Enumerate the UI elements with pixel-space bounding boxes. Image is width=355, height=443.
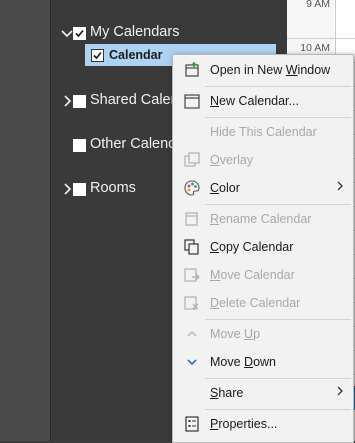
menu-label: Properties... — [210, 417, 278, 431]
grid-line — [287, 38, 355, 39]
folder-label-other-calendars: Other Calenc — [90, 136, 176, 152]
menu-label: New Calendar... — [210, 94, 299, 108]
delete-icon — [183, 294, 201, 312]
my-calendars-checkbox[interactable] — [73, 27, 86, 40]
menu-item-new-calendar[interactable]: New Calendar... — [173, 87, 353, 115]
folder-group-my-calendars[interactable]: My Calendars — [51, 22, 287, 46]
menu-label: Overlay — [210, 153, 254, 167]
other-calendars-checkbox[interactable] — [73, 139, 86, 152]
menu-item-properties[interactable]: Properties... — [173, 410, 353, 438]
menu-item-open-in-new-window[interactable]: Open in New Window — [173, 56, 353, 84]
menu-item-overlay[interactable]: Overlay — [173, 146, 353, 174]
menu-label: Hide This Calendar — [210, 125, 317, 139]
menu-item-move-down[interactable]: Move Down — [173, 348, 353, 376]
copy-icon — [183, 238, 201, 256]
menu-item-delete-calendar[interactable]: Delete Calendar — [173, 289, 353, 317]
color-palette-icon — [183, 179, 201, 197]
move-icon — [183, 266, 201, 284]
folder-label-shared-calendars: Shared Calen — [90, 92, 179, 108]
menu-label: Move Up — [210, 327, 261, 341]
time-label-10am: 10 AM — [300, 42, 330, 54]
menu-item-hide-this-calendar[interactable]: Hide This Calendar — [173, 118, 353, 146]
chevron-down-icon — [183, 353, 201, 371]
context-menu: Open in New Window New Calendar... Hide … — [172, 54, 354, 443]
folder-label-my-calendars: My Calendars — [90, 24, 180, 40]
properties-icon — [183, 415, 201, 433]
menu-item-move-up[interactable]: Move Up — [173, 320, 353, 348]
rooms-checkbox[interactable] — [73, 183, 86, 196]
menu-item-share[interactable]: Share — [173, 379, 353, 407]
folder-label-rooms: Rooms — [90, 180, 136, 196]
menu-label: Open in New Window — [210, 63, 331, 77]
menu-item-copy-calendar[interactable]: Copy Calendar — [173, 233, 353, 261]
submenu-arrow-icon — [336, 180, 344, 192]
rename-icon — [183, 210, 201, 228]
submenu-arrow-icon — [336, 385, 344, 397]
calendar-item-label: Calendar — [109, 48, 163, 62]
menu-item-rename-calendar[interactable]: Rename Calendar — [173, 205, 353, 233]
menu-label: Copy Calendar — [210, 240, 294, 254]
calendar-checkbox[interactable] — [91, 49, 104, 62]
chevron-up-icon — [183, 325, 201, 343]
navigation-strip — [0, 0, 50, 441]
overlay-icon — [183, 151, 201, 169]
menu-item-move-calendar[interactable]: Move Calendar — [173, 261, 353, 289]
calendar-icon — [183, 92, 201, 110]
time-label-9am: 9 AM — [306, 0, 330, 10]
menu-label: Delete Calendar — [210, 296, 301, 310]
menu-label: Share — [210, 386, 244, 400]
menu-label: Color — [210, 181, 240, 195]
menu-label: Rename Calendar — [210, 212, 312, 226]
menu-label: Move Calendar — [210, 268, 295, 282]
menu-item-color[interactable]: Color — [173, 174, 353, 202]
menu-label: Move Down — [210, 355, 277, 369]
new-window-icon — [183, 61, 201, 79]
shared-calendars-checkbox[interactable] — [73, 95, 86, 108]
